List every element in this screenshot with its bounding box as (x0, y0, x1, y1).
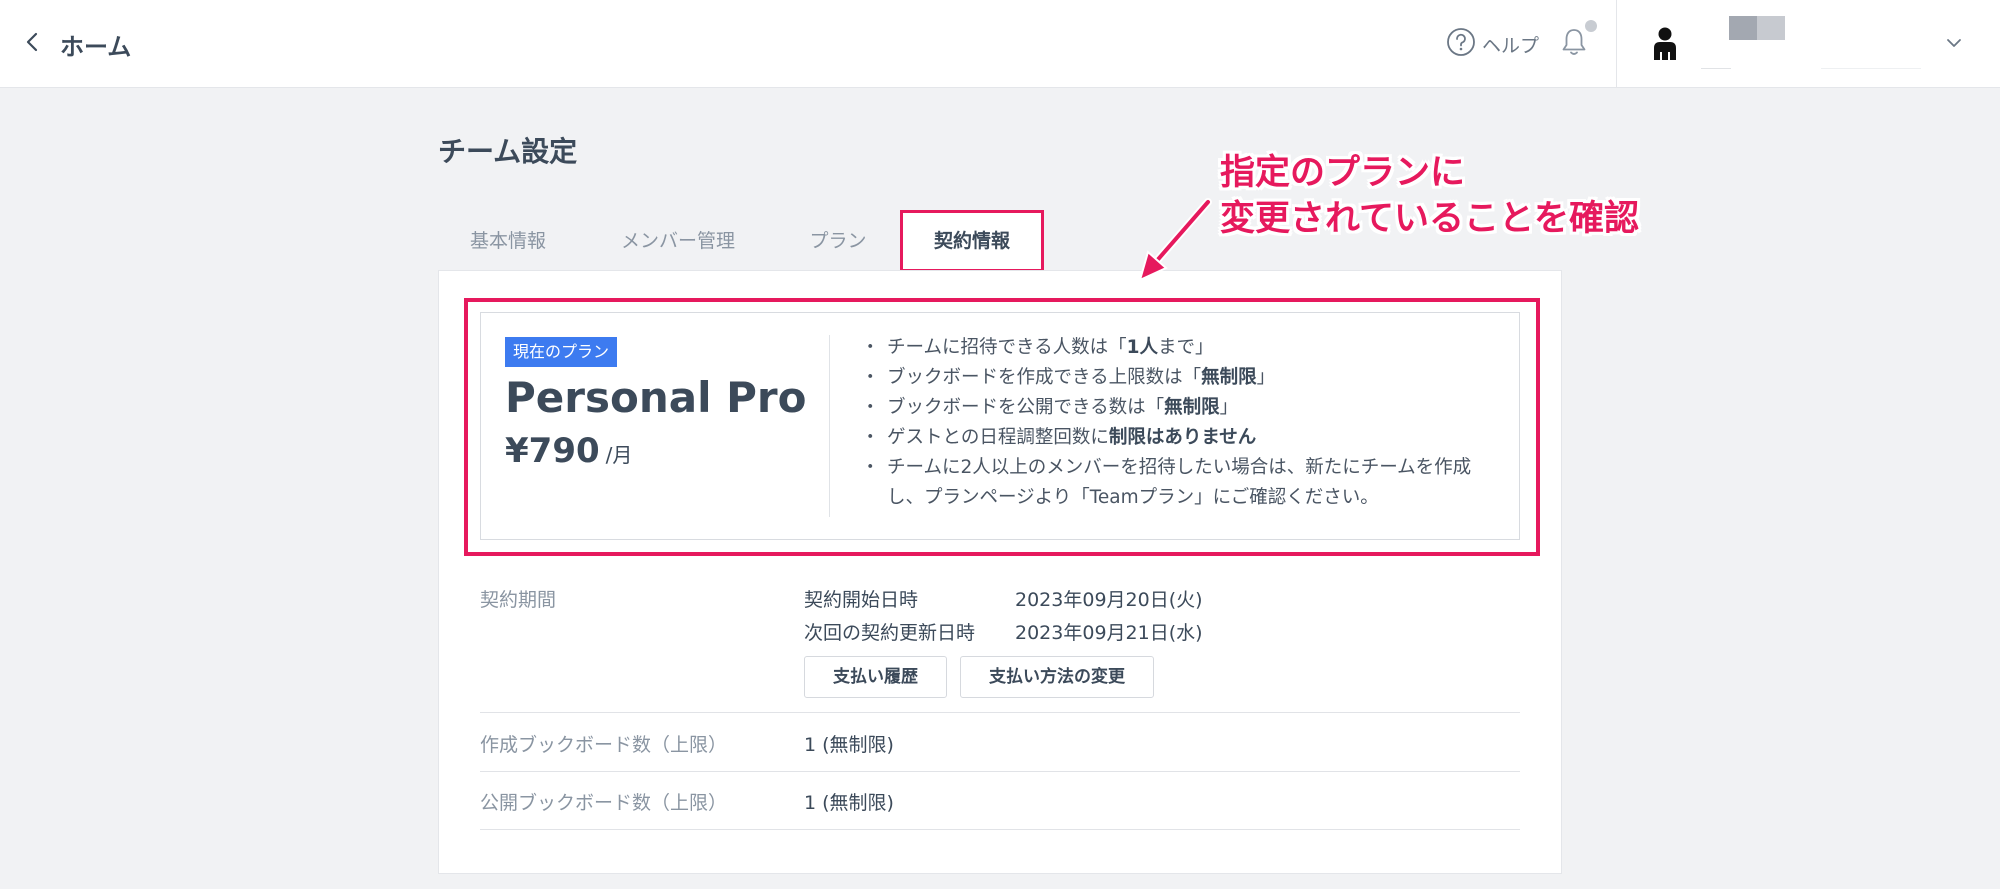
account-menu[interactable] (1617, 0, 2000, 88)
redacted-line (1701, 68, 1731, 69)
current-plan-badge: 現在のプラン (505, 337, 618, 367)
help-label: ヘルプ (1482, 34, 1540, 57)
feature-item: ブックボードを公開できる数は「無制限」 (861, 393, 1501, 423)
chevron-left-icon (22, 31, 44, 57)
chevron-down-icon (1943, 32, 1965, 54)
help-icon (1446, 27, 1476, 61)
feature-item: チームに2人以上のメンバーを招待したい場合は、新たにチームを作成し、プランページ… (861, 453, 1501, 513)
tab-contract-info[interactable]: 契約情報 (900, 210, 1044, 272)
tab-member-management[interactable]: メンバー管理 (588, 210, 768, 272)
change-payment-method-button[interactable]: 支払い方法の変更 (960, 656, 1154, 698)
feature-item: チームに招待できる人数は「1人まで」 (861, 333, 1501, 363)
plan-features: チームに招待できる人数は「1人まで」 ブックボードを作成できる上限数は「無制限」… (861, 333, 1501, 513)
page-title: チーム設定 (438, 135, 578, 168)
current-plan-box: 現在のプラン Personal Pro ¥790 /月 チームに招待できる人数は… (480, 312, 1520, 540)
redacted-name (1729, 16, 1757, 40)
created-boards-label: 作成ブックボード数（上限） (480, 734, 728, 756)
plan-name: Personal Pro (505, 373, 807, 422)
renewal-date-label: 次回の契約更新日時 (804, 622, 976, 644)
redacted-name (1757, 16, 1785, 40)
renewal-date-value: 2023年09月21日(水) (1015, 622, 1203, 644)
back-home-label: ホーム (60, 32, 132, 61)
tab-plan[interactable]: プラン (778, 210, 898, 272)
plan-price: ¥790 /月 (505, 431, 632, 471)
redacted-line (1821, 68, 1921, 69)
created-boards-value: 1 (無制限) (804, 734, 894, 756)
payment-history-button[interactable]: 支払い履歴 (804, 656, 947, 698)
price-value: ¥790 (505, 431, 600, 471)
annotation-text: 指定のプランに 変更されていることを確認 (1220, 150, 1640, 242)
row-divider (480, 712, 1520, 713)
annotation-line-2: 変更されていることを確認 (1220, 199, 1639, 239)
notification-dot (1585, 20, 1597, 32)
published-boards-value: 1 (無制限) (804, 792, 894, 814)
user-avatar-icon (1649, 26, 1681, 62)
contract-period-label: 契約期間 (480, 589, 557, 611)
start-date-value: 2023年09月20日(火) (1015, 589, 1203, 611)
feature-item: ゲストとの日程調整回数に制限はありません (861, 423, 1501, 453)
row-divider (480, 829, 1520, 830)
tab-basic-info[interactable]: 基本情報 (438, 210, 578, 272)
help-button[interactable]: ヘルプ (1446, 27, 1539, 61)
published-boards-label: 公開ブックボード数（上限） (480, 792, 728, 814)
feature-item: ブックボードを作成できる上限数は「無制限」 (861, 363, 1501, 393)
row-divider (480, 771, 1520, 772)
start-date-label: 契約開始日時 (804, 589, 919, 611)
back-home-button[interactable]: ホーム (22, 24, 131, 64)
top-header: ホーム ヘルプ (0, 0, 2000, 88)
price-unit: /月 (605, 443, 633, 467)
bell-icon (1558, 29, 1590, 62)
plan-divider (829, 335, 830, 517)
notification-button[interactable] (1558, 20, 1597, 62)
annotation-line-1: 指定のプランに (1220, 153, 1466, 193)
